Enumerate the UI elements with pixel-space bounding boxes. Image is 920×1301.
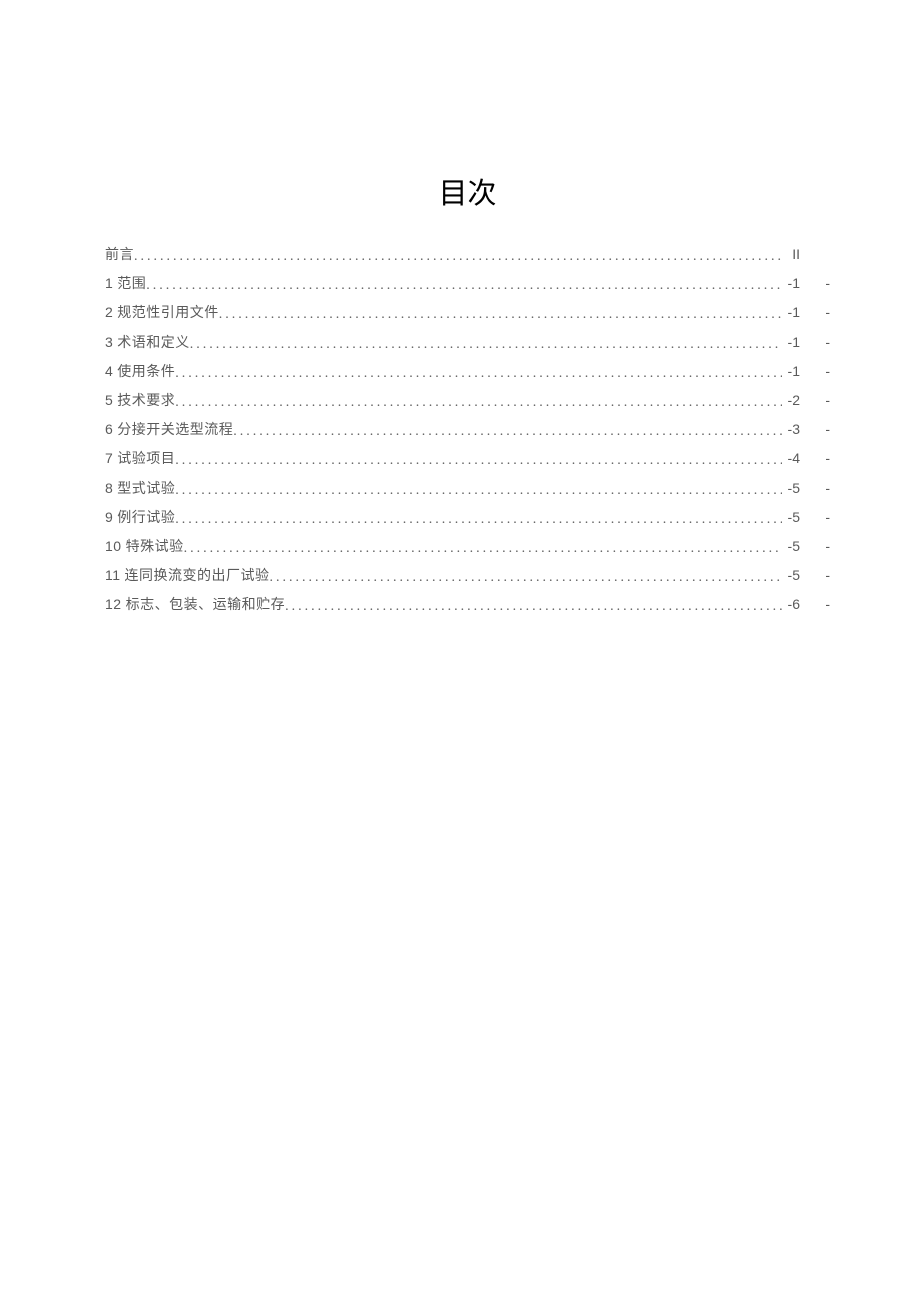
toc-entry-label: 11 连同换流变的出厂试验: [105, 561, 270, 591]
toc-entry: 4 使用条件 -1-: [105, 357, 830, 386]
toc-entry: 1 范围 -1-: [105, 269, 830, 298]
toc-entry: 8 型式试验 -5-: [105, 474, 830, 503]
toc-entry-text: 例行试验: [113, 511, 175, 526]
toc-entry-dash: -: [800, 503, 830, 532]
toc-entry-text: 型式试验: [113, 482, 175, 497]
toc-dots: [270, 563, 782, 592]
toc-entry-text: 前言: [105, 248, 134, 263]
toc-entry: 12 标志、包装、运输和贮存 -6-: [105, 590, 830, 619]
toc-entry-dash: -: [800, 590, 830, 619]
toc-entry-label: 6 分接开关选型流程: [105, 415, 233, 445]
toc-entry-page: -5: [782, 503, 800, 532]
toc-entry-label: 10 特殊试验: [105, 532, 184, 562]
toc-entry-number: 12: [105, 596, 122, 612]
toc-entry-text: 规范性引用文件: [113, 306, 219, 321]
toc-entry-label: 8 型式试验: [105, 474, 175, 504]
toc-entry-page: -4: [782, 444, 800, 473]
toc-entry-label: 2 规范性引用文件: [105, 298, 219, 328]
table-of-contents: 前言II-1 范围-1-2 规范性引用文件-1-3 术语和定义-1-4 使用条件…: [105, 240, 830, 619]
toc-entry-dash: -: [800, 444, 830, 473]
toc-dots: [285, 592, 782, 621]
toc-entry-label: 前言: [105, 241, 134, 270]
toc-dots: [175, 476, 782, 505]
toc-entry-dash: -: [800, 269, 830, 298]
toc-dots: [146, 271, 782, 300]
toc-entry-text: 分接开关选型流程: [113, 423, 233, 438]
toc-entry-page: -1: [782, 328, 800, 357]
toc-entry-page: -3: [782, 415, 800, 444]
toc-entry-text: 试验项目: [113, 452, 175, 467]
toc-entry-label: 7 试验项目: [105, 444, 175, 474]
toc-entry-page: -5: [782, 532, 800, 561]
toc-entry-label: 5 技术要求: [105, 386, 175, 416]
toc-entry-page: -1: [782, 269, 800, 298]
toc-entry-label: 12 标志、包装、运输和贮存: [105, 590, 285, 620]
toc-entry-label: 3 术语和定义: [105, 328, 190, 358]
toc-entry: 3 术语和定义 -1-: [105, 328, 830, 357]
toc-entry-page: II: [782, 240, 800, 269]
toc-entry-text: 技术要求: [113, 394, 175, 409]
toc-entry-page: -5: [782, 474, 800, 503]
toc-entry-dash: -: [800, 386, 830, 415]
toc-dots: [175, 388, 782, 417]
toc-entry: 前言II-: [105, 240, 830, 269]
toc-dots: [219, 300, 782, 329]
toc-entry-page: -5: [782, 561, 800, 590]
toc-entry: 10 特殊试验 -5-: [105, 532, 830, 561]
toc-entry-label: 9 例行试验: [105, 503, 175, 533]
toc-entry-text: 使用条件: [113, 365, 175, 380]
toc-entry: 9 例行试验 -5-: [105, 503, 830, 532]
toc-entry-text: 术语和定义: [113, 336, 190, 351]
toc-entry-number: 10: [105, 538, 122, 554]
toc-dots: [175, 446, 782, 475]
toc-dots: [134, 242, 782, 271]
toc-entry-dash: -: [800, 357, 830, 386]
toc-entry-dash: -: [800, 415, 830, 444]
toc-entry: 7 试验项目 -4-: [105, 444, 830, 473]
toc-entry-dash: -: [800, 532, 830, 561]
toc-entry: 11 连同换流变的出厂试验 -5-: [105, 561, 830, 590]
toc-dots: [184, 534, 782, 563]
toc-entry-page: -1: [782, 298, 800, 327]
toc-entry-number: 11: [105, 567, 121, 583]
toc-entry: 6 分接开关选型流程 -3-: [105, 415, 830, 444]
toc-dots: [175, 359, 782, 388]
toc-entry: 2 规范性引用文件 -1-: [105, 298, 830, 327]
toc-entry: 5 技术要求 -2-: [105, 386, 830, 415]
toc-dots: [175, 505, 782, 534]
toc-entry-text: 标志、包装、运输和贮存: [122, 598, 286, 613]
toc-entry-page: -6: [782, 590, 800, 619]
toc-entry-label: 4 使用条件: [105, 357, 175, 387]
toc-dots: [233, 417, 782, 446]
toc-entry-text: 特殊试验: [122, 540, 184, 555]
toc-entry-page: -2: [782, 386, 800, 415]
toc-entry-text: 连同换流变的出厂试验: [121, 569, 270, 584]
toc-entry-page: -1: [782, 357, 800, 386]
toc-entry-dash: -: [800, 298, 830, 327]
toc-entry-text: 范围: [113, 277, 146, 292]
toc-entry-dash: -: [800, 474, 830, 503]
toc-entry-dash: -: [800, 328, 830, 357]
toc-title: 目次: [105, 170, 830, 212]
toc-entry-dash: -: [800, 561, 830, 590]
toc-dots: [190, 330, 782, 359]
toc-entry-label: 1 范围: [105, 269, 146, 299]
